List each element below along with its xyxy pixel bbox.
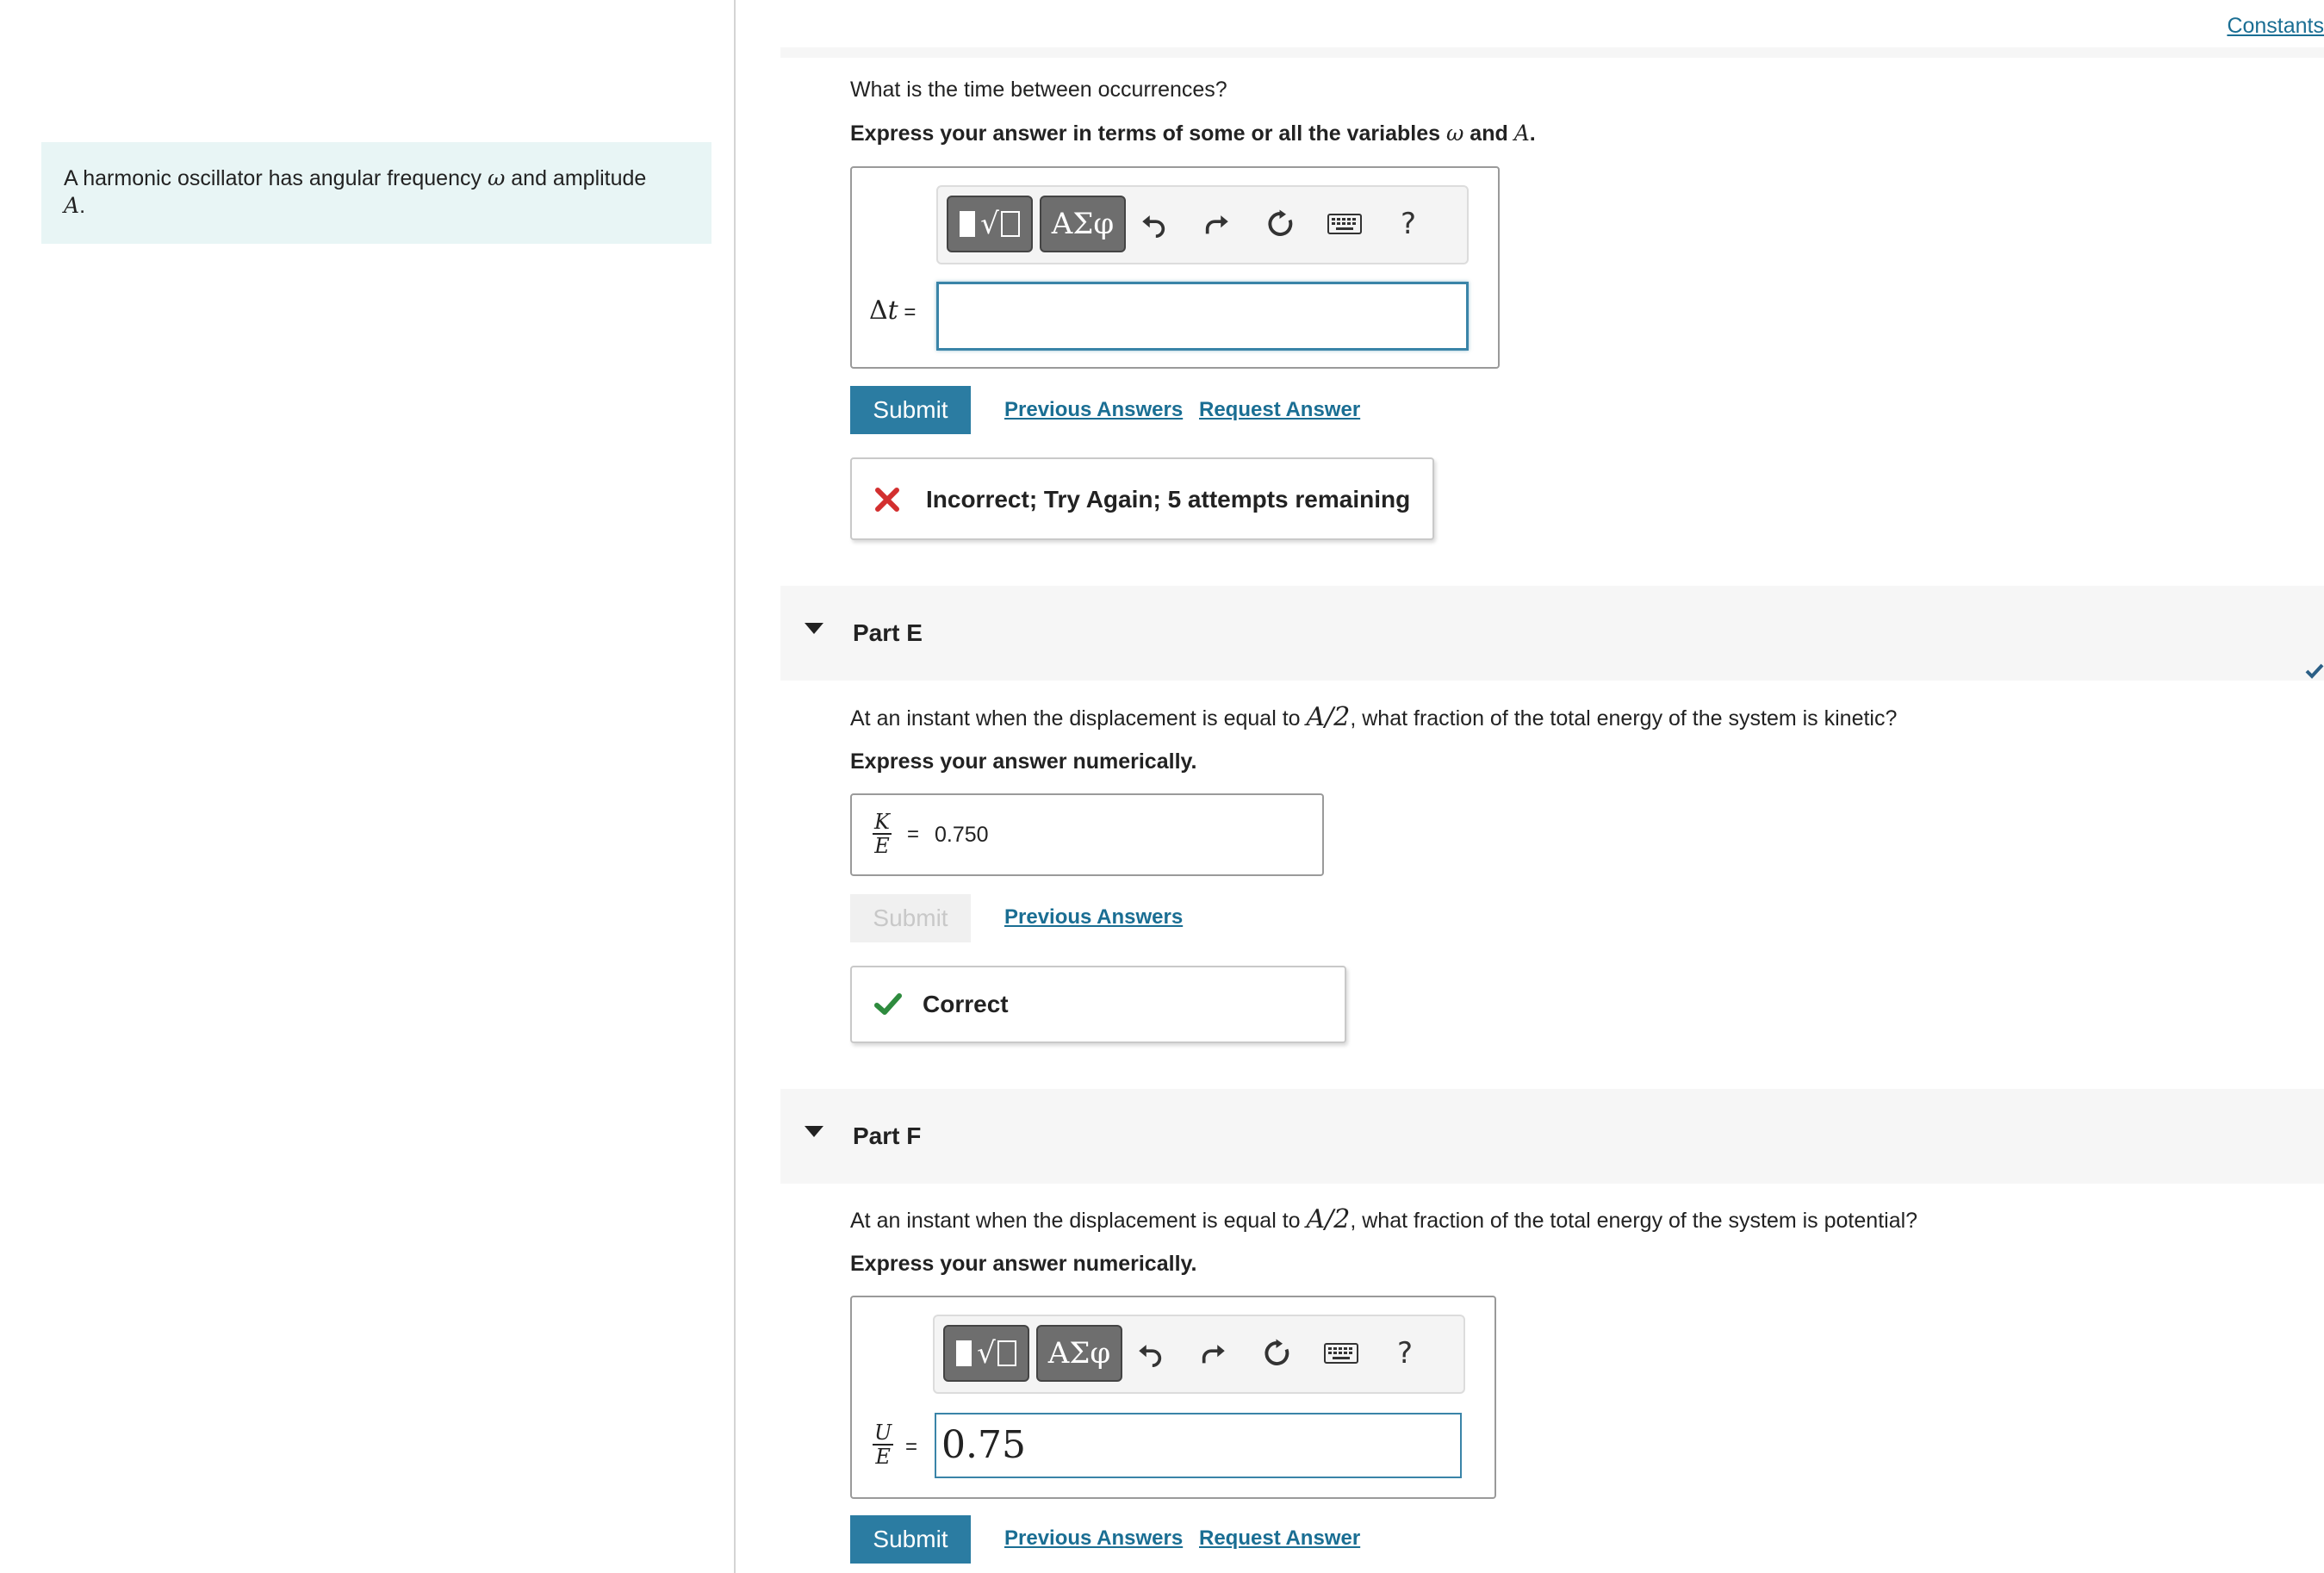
- parte-question-suffix: , what fraction of the total energy of t…: [1350, 706, 1898, 731]
- partf-instruction: Express your answer numerically.: [850, 1252, 1197, 1276]
- undo-icon[interactable]: [1131, 1334, 1169, 1373]
- partd-variable-label: Δt =: [869, 295, 916, 326]
- equals-sign: =: [898, 301, 917, 324]
- templates-button[interactable]: √: [943, 1325, 1029, 1382]
- caret-down-icon[interactable]: [805, 1126, 823, 1137]
- parte-title: Part E: [853, 619, 923, 646]
- symbols-button[interactable]: ΑΣφ: [1036, 1325, 1122, 1382]
- partd-submit-button[interactable]: Submit: [850, 386, 971, 434]
- intro-text-mid: and amplitude: [505, 166, 647, 190]
- intro-text: A harmonic oscillator has angular freque…: [64, 166, 488, 190]
- fraction-denominator: E: [875, 1445, 891, 1469]
- partf-title: Part F: [853, 1122, 922, 1149]
- partd-answer-box: √ ΑΣφ ? Δt =: [850, 166, 1500, 369]
- partf-submit-button[interactable]: Submit: [850, 1515, 971, 1564]
- reset-icon[interactable]: [1258, 1334, 1296, 1373]
- parte-question: At an instant when the displacement is e…: [850, 702, 1897, 732]
- part-divider: [780, 47, 2324, 58]
- parte-answer-value: 0.750: [935, 823, 989, 847]
- partd-feedback-incorrect: Incorrect; Try Again; 5 attempts remaini…: [850, 457, 1434, 540]
- t-symbol: t: [887, 295, 898, 326]
- parte-previous-answers-link[interactable]: Previous Answers: [1004, 905, 1183, 930]
- undo-icon[interactable]: [1134, 204, 1172, 244]
- partd-question: What is the time between occurrences?: [850, 78, 1227, 102]
- partf-answer-input[interactable]: 0.75: [935, 1413, 1462, 1478]
- parte-feedback-correct: Correct: [850, 966, 1346, 1043]
- parte-question-prefix: At an instant when the displacement is e…: [850, 706, 1307, 731]
- partd-instruction-end: .: [1529, 121, 1536, 146]
- half-amplitude: A/2: [1306, 1204, 1351, 1234]
- symbols-button[interactable]: ΑΣφ: [1040, 196, 1126, 252]
- omega-symbol: ω: [487, 165, 506, 190]
- templates-label: √: [980, 207, 999, 241]
- omega-symbol: ω: [1445, 121, 1464, 146]
- partf-request-answer-link[interactable]: Request Answer: [1199, 1526, 1360, 1551]
- parte-header[interactable]: Part E: [780, 586, 2324, 681]
- fraction-numerator: U: [873, 1421, 894, 1446]
- math-toolbar: √ ΑΣφ ?: [936, 185, 1469, 264]
- amplitude-symbol: A: [64, 193, 80, 218]
- fraction-denominator: E: [874, 834, 890, 858]
- partf-question: At an instant when the displacement is e…: [850, 1204, 1917, 1234]
- problem-intro: A harmonic oscillator has angular freque…: [41, 142, 711, 244]
- partf-question-math: A/2: [1307, 1204, 1351, 1234]
- correct-check-icon: [874, 993, 902, 1015]
- partd-feedback-text: Incorrect; Try Again; 5 attempts remaini…: [926, 486, 1411, 513]
- delta-symbol: Δ: [869, 295, 888, 326]
- keyboard-icon[interactable]: [1322, 1334, 1360, 1373]
- partf-answer-box: √ ΑΣφ ? UE = 0.75: [850, 1296, 1496, 1499]
- templates-label: √: [977, 1336, 996, 1371]
- parte-submit-button[interactable]: Submit: [850, 894, 971, 942]
- partd-previous-answers-link[interactable]: Previous Answers: [1004, 398, 1183, 422]
- partf-previous-answers-link[interactable]: Previous Answers: [1004, 1526, 1183, 1551]
- partd-instruction: Express your answer in terms of some or …: [850, 121, 1536, 146]
- parte-answer-box: KE = 0.750: [850, 793, 1324, 876]
- keyboard-icon[interactable]: [1326, 204, 1364, 244]
- partf-question-prefix: At an instant when the displacement is e…: [850, 1209, 1307, 1233]
- parte-question-math: A/2: [1307, 702, 1351, 732]
- redo-icon[interactable]: [1195, 1334, 1233, 1373]
- equals-sign: =: [905, 1435, 918, 1458]
- equals-sign: =: [907, 823, 920, 846]
- caret-down-icon[interactable]: [805, 623, 823, 634]
- partf-fraction: UE: [873, 1421, 894, 1469]
- partd-answer-input[interactable]: [936, 282, 1469, 351]
- constants-link[interactable]: Constants: [2227, 14, 2324, 39]
- part-complete-check-icon: [2305, 663, 2324, 679]
- help-button[interactable]: ?: [1386, 1334, 1424, 1373]
- half-amplitude: A/2: [1306, 702, 1351, 732]
- template-box-icon: [997, 1340, 1016, 1366]
- math-toolbar: √ ΑΣφ ?: [933, 1315, 1465, 1394]
- intro-text-end: .: [79, 194, 86, 218]
- parte-instruction: Express your answer numerically.: [850, 749, 1197, 774]
- fraction-numerator: K: [873, 810, 892, 835]
- incorrect-x-icon: [875, 488, 899, 512]
- left-pane: A harmonic oscillator has angular freque…: [0, 0, 736, 1573]
- partf-header[interactable]: Part F: [780, 1089, 2324, 1184]
- parte-feedback-text: Correct: [923, 991, 1009, 1017]
- partd-request-answer-link[interactable]: Request Answer: [1199, 398, 1360, 422]
- template-box-icon: [1000, 211, 1020, 237]
- template-block-icon: [960, 211, 976, 237]
- partf-question-suffix: , what fraction of the total energy of t…: [1350, 1209, 1918, 1233]
- reset-icon[interactable]: [1262, 204, 1300, 244]
- templates-button[interactable]: √: [947, 196, 1033, 252]
- help-button[interactable]: ?: [1389, 204, 1427, 244]
- redo-icon[interactable]: [1198, 204, 1236, 244]
- template-block-icon: [956, 1340, 972, 1366]
- amplitude-symbol: A: [1513, 121, 1530, 146]
- partd-instruction-text: Express your answer in terms of some or …: [850, 121, 1446, 146]
- partd-instruction-and: and: [1463, 121, 1514, 146]
- parte-fraction: KE: [873, 811, 892, 857]
